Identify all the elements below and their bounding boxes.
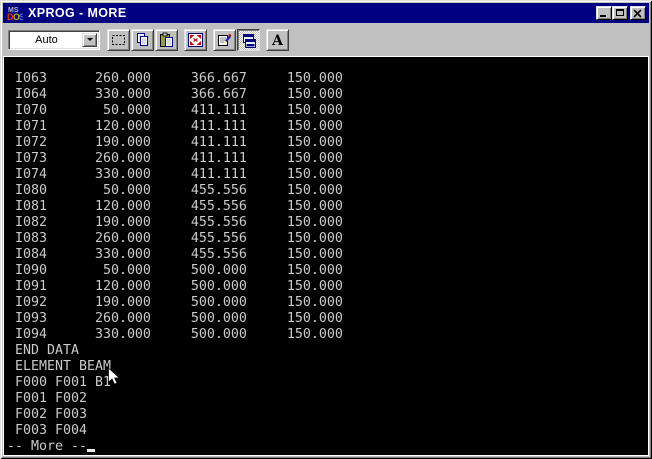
paste-button[interactable] <box>155 29 178 51</box>
svg-text:S: S <box>19 12 23 21</box>
console-line: F001 F002 <box>7 391 648 407</box>
console-line: ELEMENT BEAM <box>7 359 648 375</box>
background-windows-icon <box>241 33 258 49</box>
console-line: I091 120.000 500.000 150.000 <box>7 279 648 295</box>
text-cursor <box>87 449 95 452</box>
properties-button[interactable] <box>213 29 236 51</box>
console-line: I094 330.000 500.000 150.000 <box>7 327 648 343</box>
font-button[interactable]: A <box>266 29 289 51</box>
background-button[interactable] <box>237 29 260 51</box>
console-line: I084 330.000 455.556 150.000 <box>7 247 648 263</box>
console-line: I064 330.000 366.667 150.000 <box>7 87 648 103</box>
console-line: F003 F004 <box>7 423 648 439</box>
properties-icon <box>216 32 233 48</box>
titlebar[interactable]: MS D O S XPROG - MORE <box>3 3 649 23</box>
console-line: I074 330.000 411.111 150.000 <box>7 167 648 183</box>
console-line: I092 190.000 500.000 150.000 <box>7 295 648 311</box>
console-output[interactable]: I063 260.000 366.667 150.000 I064 330.00… <box>3 56 649 456</box>
console-line: I080 50.000 455.556 150.000 <box>7 183 648 199</box>
font-size-value: Auto <box>11 34 82 46</box>
selection-marquee-icon <box>110 32 127 48</box>
console-line: F000 F001 B1 <box>7 375 648 391</box>
console-line: F002 F003 <box>7 407 648 423</box>
copy-icon <box>134 32 151 48</box>
copy-button[interactable] <box>131 29 154 51</box>
svg-text:A: A <box>271 33 284 48</box>
console-line: I093 260.000 500.000 150.000 <box>7 311 648 327</box>
fullscreen-button[interactable] <box>184 29 207 51</box>
console-line: I081 120.000 455.556 150.000 <box>7 199 648 215</box>
maximize-button[interactable] <box>612 6 628 20</box>
toolbar: Auto <box>3 23 649 56</box>
console-line: I082 190.000 455.556 150.000 <box>7 215 648 231</box>
font-size-select[interactable]: Auto <box>8 30 100 50</box>
window-title: XPROG - MORE <box>28 6 596 20</box>
minimize-icon <box>600 15 606 17</box>
console-line: END DATA <box>7 343 648 359</box>
console-line: -- More -- <box>7 439 648 455</box>
console-line: I090 50.000 500.000 150.000 <box>7 263 648 279</box>
console-line: I072 190.000 411.111 150.000 <box>7 135 648 151</box>
console-line: I070 50.000 411.111 150.000 <box>7 103 648 119</box>
close-icon <box>631 8 645 20</box>
fullscreen-arrows-icon <box>187 32 204 48</box>
console-line: I071 120.000 411.111 150.000 <box>7 119 648 135</box>
close-button[interactable] <box>630 6 646 20</box>
mark-button[interactable] <box>107 29 130 51</box>
xprog-window: MS D O S XPROG - MORE Auto <box>0 0 652 459</box>
console-line: I073 260.000 411.111 150.000 <box>7 151 648 167</box>
dropdown-arrow-icon[interactable] <box>82 33 97 47</box>
paste-icon <box>158 32 175 48</box>
minimize-button[interactable] <box>596 6 612 20</box>
maximize-icon <box>616 9 624 16</box>
ms-dos-icon[interactable]: MS D O S <box>7 5 23 21</box>
console-line: I063 260.000 366.667 150.000 <box>7 71 648 87</box>
console-line: I083 260.000 455.556 150.000 <box>7 231 648 247</box>
font-a-icon: A <box>269 32 286 48</box>
